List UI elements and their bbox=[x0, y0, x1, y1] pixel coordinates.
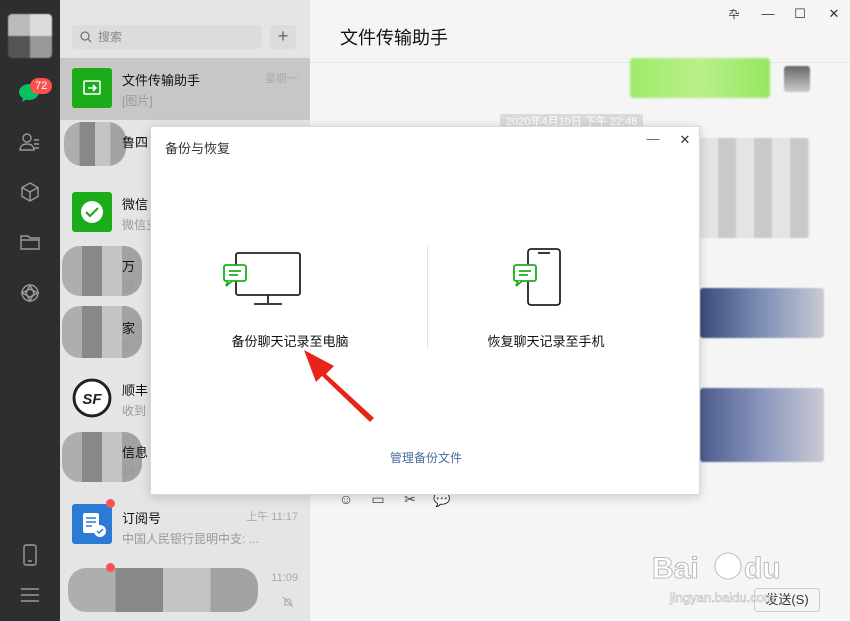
chat-list-item[interactable]: 11:09 bbox=[60, 562, 310, 621]
baidu-jingyan-watermark: Bai du jingyan.baidu.com bbox=[650, 540, 820, 615]
chat-preview: 收到 bbox=[122, 404, 147, 418]
unread-badge: 72 bbox=[30, 78, 53, 94]
chat-preview: [图片] bbox=[122, 94, 153, 108]
user-avatar[interactable] bbox=[8, 14, 52, 58]
phone-chat-icon bbox=[513, 248, 561, 306]
chat-preview: 16 bbox=[122, 464, 136, 478]
mute-bell-icon bbox=[282, 596, 294, 608]
computer-chat-icon bbox=[223, 252, 301, 305]
search-box[interactable] bbox=[72, 25, 262, 49]
chat-name: 文件传输助手 bbox=[122, 73, 201, 88]
unread-dot bbox=[106, 499, 115, 508]
backup-restore-dialog: 备份与恢复 — ✕ 备份聊天记录至电脑 恢复聊天记录至手机 管理备份文件 bbox=[150, 126, 700, 495]
chat-preview: 3 bbox=[122, 340, 129, 354]
chat-name: 微信 bbox=[122, 197, 149, 212]
chat-name: 家 bbox=[122, 321, 136, 336]
manage-backup-files-link[interactable]: 管理备份文件 bbox=[151, 449, 701, 466]
chat-time: 11:09 bbox=[271, 572, 298, 584]
unread-dot bbox=[106, 563, 115, 572]
chat-name: 顺丰 bbox=[122, 383, 149, 398]
minimize-button[interactable]: — bbox=[758, 6, 778, 21]
svg-text:Bai: Bai bbox=[652, 552, 699, 585]
chat-name: 信息 bbox=[122, 445, 149, 460]
svg-text:du: du bbox=[744, 552, 781, 585]
chat-name: 鲁四 bbox=[122, 135, 149, 150]
dialog-close-button[interactable]: ✕ bbox=[677, 132, 693, 148]
svg-text:jingyan.baidu.com: jingyan.baidu.com bbox=[669, 590, 775, 605]
subscription-icon bbox=[72, 504, 112, 544]
avatar bbox=[784, 66, 810, 92]
pin-button[interactable]: 卆 bbox=[724, 6, 744, 22]
restore-option-label: 恢复聊天记录至手机 bbox=[487, 334, 605, 349]
sent-message-bubble bbox=[630, 58, 770, 98]
folder-icon[interactable] bbox=[15, 227, 45, 257]
close-button[interactable]: ✕ bbox=[824, 6, 844, 22]
annotation-arrow-icon bbox=[304, 350, 374, 422]
chat-title: 文件传输助手 bbox=[340, 28, 448, 48]
moments-icon[interactable] bbox=[15, 278, 45, 308]
phone-icon[interactable] bbox=[15, 540, 45, 570]
chat-list-item-file-transfer[interactable]: 文件传输助手 [图片] 星期一 bbox=[60, 58, 310, 120]
dialog-minimize-button[interactable]: — bbox=[645, 131, 661, 146]
favorites-cube-icon[interactable] bbox=[15, 177, 45, 207]
menu-icon[interactable] bbox=[15, 580, 45, 610]
backup-to-pc-option[interactable]: 备份聊天记录至电脑 bbox=[175, 245, 405, 355]
maximize-button[interactable]: ☐ bbox=[790, 6, 810, 22]
options-divider bbox=[427, 245, 428, 349]
avatar bbox=[64, 122, 126, 166]
avatar bbox=[68, 568, 258, 612]
dialog-title: 备份与恢复 bbox=[165, 141, 231, 156]
blurred-messages bbox=[700, 138, 810, 238]
chat-list-item-subscriptions[interactable]: 订阅号 中国人民银行昆明中支: ... 上午 11:17 bbox=[60, 499, 310, 562]
chat-name: 万 bbox=[122, 259, 136, 274]
restore-to-phone-option[interactable]: 恢复聊天记录至手机 bbox=[431, 245, 661, 355]
chat-name: 订阅号 bbox=[122, 511, 162, 526]
svg-text:SF: SF bbox=[82, 391, 102, 408]
blurred-image-message bbox=[700, 388, 824, 462]
contacts-icon[interactable] bbox=[15, 127, 45, 157]
add-button[interactable]: + bbox=[270, 25, 296, 49]
search-icon bbox=[80, 31, 92, 43]
chat-preview: 中国人民银行昆明中支: ... bbox=[122, 532, 259, 546]
blurred-image-message bbox=[700, 288, 824, 338]
file-transfer-icon bbox=[72, 68, 112, 108]
chat-time: 星期一 bbox=[265, 73, 298, 85]
wechat-pay-icon bbox=[72, 192, 112, 232]
search-input[interactable] bbox=[98, 30, 248, 44]
chat-preview: 深 bbox=[122, 280, 135, 294]
chat-time: 上午 11:17 bbox=[246, 511, 298, 523]
sf-express-logo: SF bbox=[72, 378, 112, 418]
left-nav: 72 bbox=[0, 0, 60, 621]
